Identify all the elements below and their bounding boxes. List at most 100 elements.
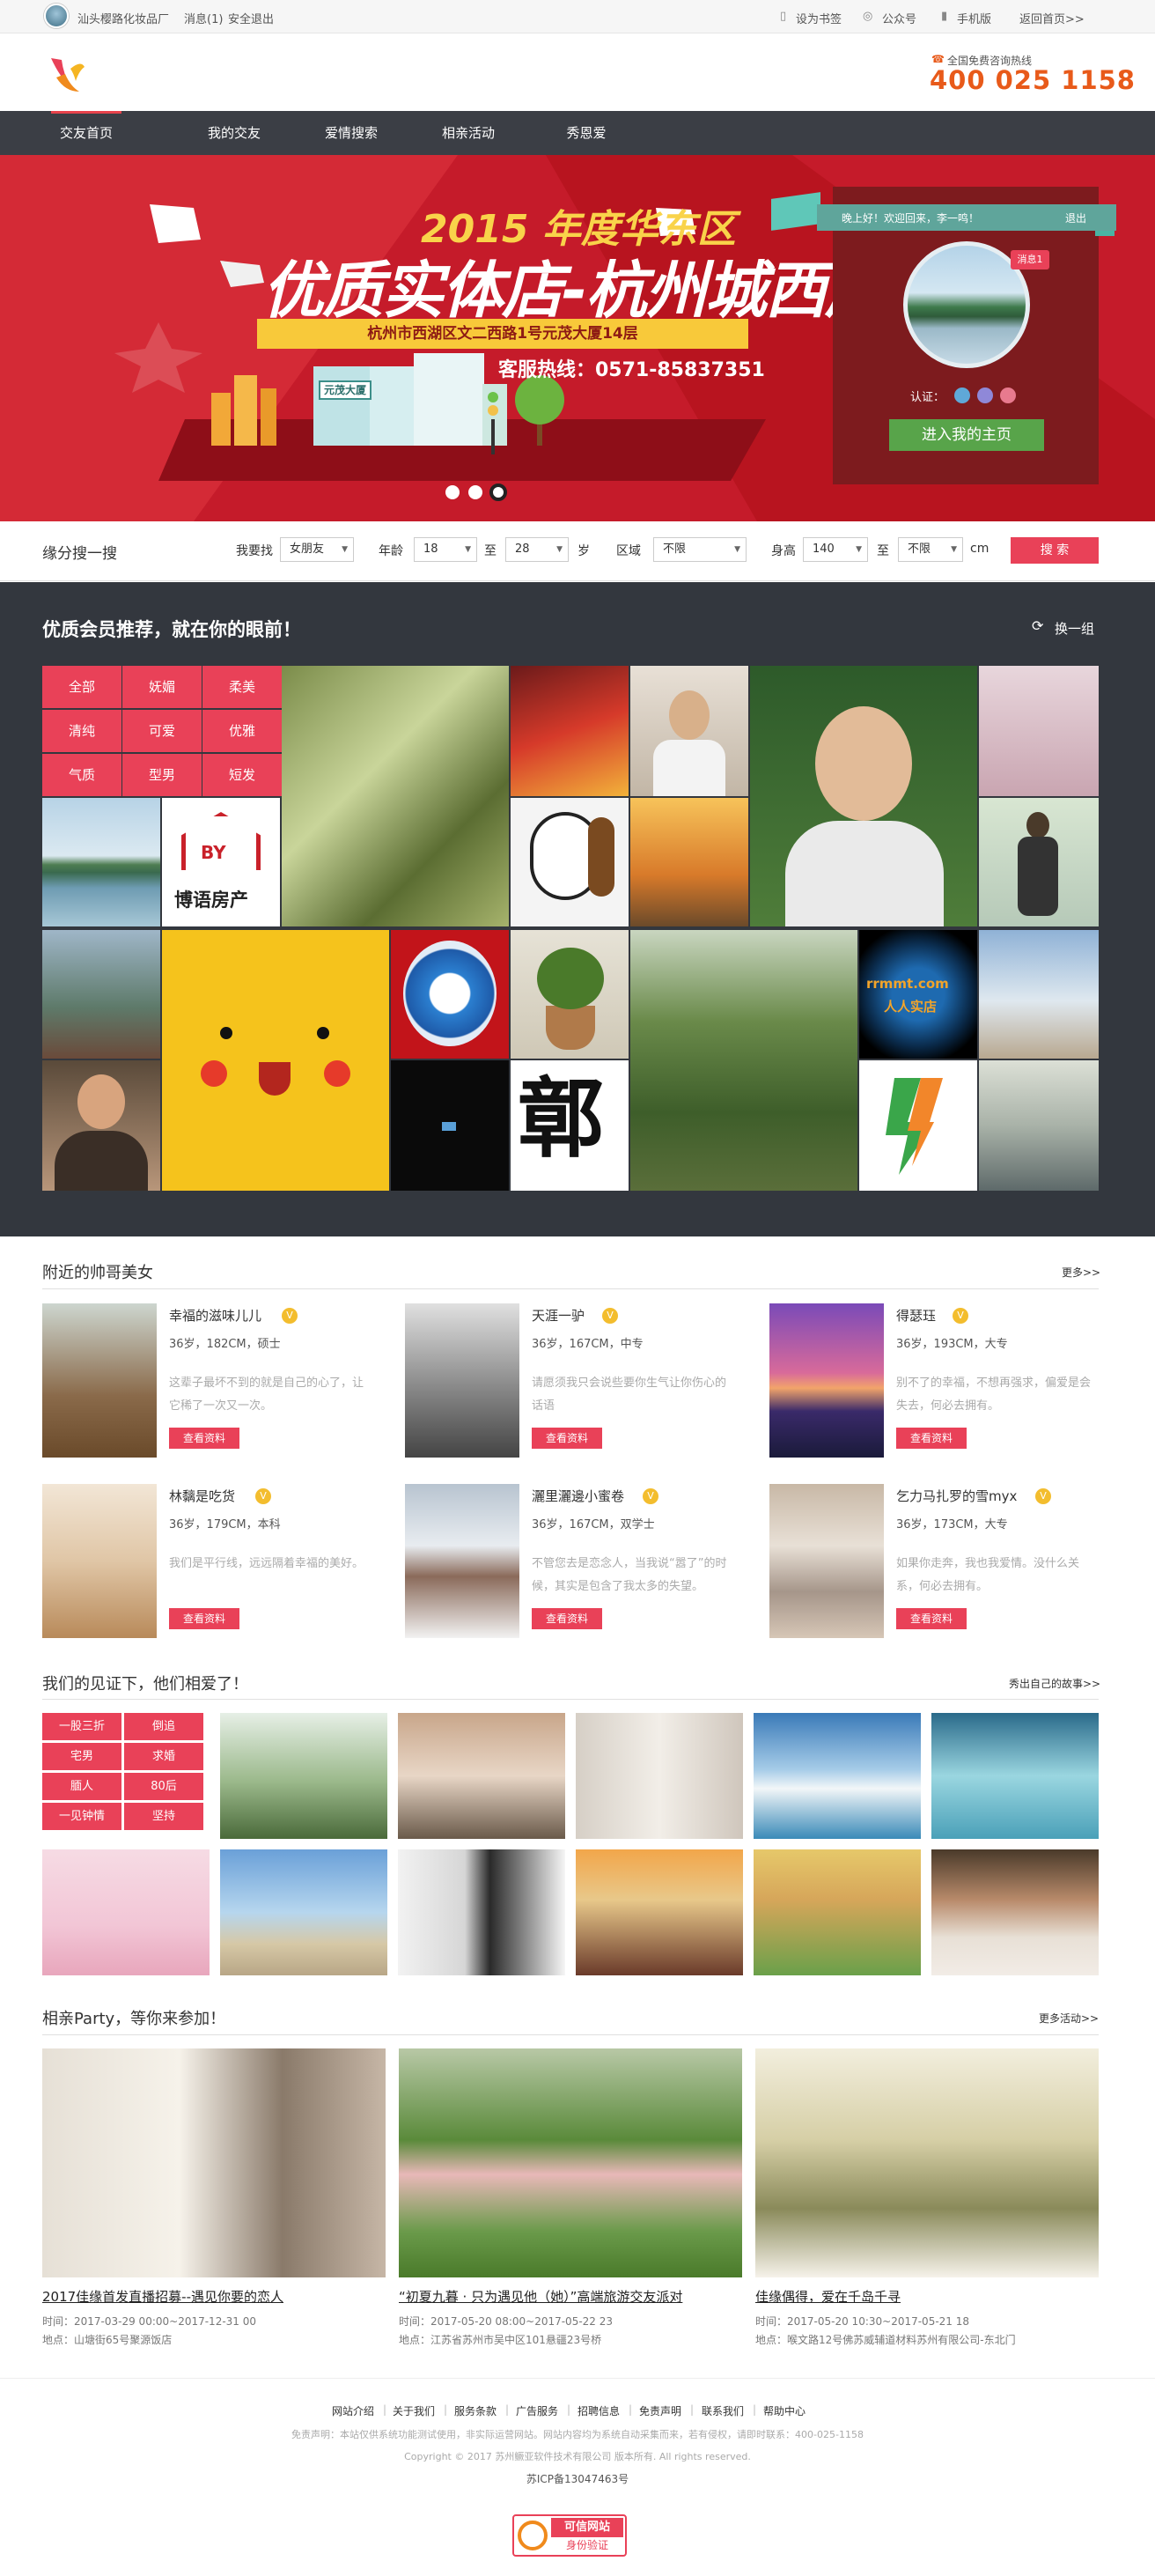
member-tile[interactable] <box>979 930 1099 1059</box>
footer-link[interactable]: 免责声明 <box>639 2403 681 2418</box>
person-name[interactable]: 乞力马扎罗的雪myx <box>896 1487 1017 1505</box>
nav-my-friends[interactable]: 我的交友 <box>199 111 269 155</box>
tag-stylish-man[interactable]: 型男 <box>122 754 202 796</box>
message-badge[interactable]: 消息1 <box>1011 250 1049 269</box>
person-photo[interactable] <box>405 1303 519 1458</box>
story-tag[interactable]: 坚持 <box>124 1803 203 1830</box>
footer-link[interactable]: 关于我们 <box>393 2403 435 2418</box>
couple-photo[interactable] <box>931 1849 1099 1975</box>
footer-link[interactable]: 广告服务 <box>516 2403 558 2418</box>
bookmark-link[interactable]: 设为书签 <box>796 10 842 26</box>
event-title[interactable]: “初夏九暮 · 只为遇见他（她）”高端旅游交友派对 <box>399 2287 682 2306</box>
member-tile[interactable] <box>630 666 748 796</box>
member-tile[interactable] <box>42 930 160 1059</box>
event-photo[interactable] <box>42 2048 386 2277</box>
member-tile-logo[interactable]: BY 博语房产 <box>162 798 280 926</box>
member-tile[interactable] <box>511 798 629 926</box>
person-photo[interactable] <box>42 1303 157 1458</box>
person-photo[interactable] <box>405 1484 519 1638</box>
nav-home[interactable]: 交友首页 <box>51 111 121 155</box>
nearby-more-link[interactable]: 更多>> <box>1062 1265 1100 1280</box>
member-tile[interactable] <box>979 666 1099 796</box>
story-tag[interactable]: 80后 <box>124 1773 203 1800</box>
story-tag[interactable]: 一股三折 <box>42 1713 121 1740</box>
refresh-link[interactable]: 换一组 <box>1055 619 1094 638</box>
carousel-dot-3-active[interactable] <box>489 483 507 501</box>
tag-pure[interactable]: 清纯 <box>42 710 121 752</box>
official-account-link[interactable]: 公众号 <box>882 10 916 26</box>
member-tile[interactable] <box>282 666 509 926</box>
event-photo[interactable] <box>755 2048 1099 2277</box>
age-from-select[interactable]: 18 ▼ <box>414 537 477 562</box>
carousel-dot-1[interactable] <box>445 485 460 499</box>
member-tile[interactable]: rrmmt.com 人人实店 <box>859 930 977 1059</box>
member-tile[interactable] <box>859 1060 977 1191</box>
footer-link[interactable]: 联系我们 <box>702 2403 744 2418</box>
home-link[interactable]: 返回首页>> <box>1019 10 1085 26</box>
nav-show-love[interactable]: 秀恩爱 <box>551 111 622 155</box>
footer-link[interactable]: 帮助中心 <box>763 2403 806 2418</box>
member-tile[interactable] <box>511 666 629 796</box>
find-select[interactable]: 女朋友 ▼ <box>280 537 354 562</box>
couple-photo[interactable] <box>220 1713 387 1839</box>
tag-short-hair[interactable]: 短发 <box>202 754 282 796</box>
view-profile-button[interactable]: 查看资料 <box>896 1608 967 1629</box>
person-photo[interactable] <box>42 1484 157 1638</box>
area-select[interactable]: 不限 ▼ <box>653 537 747 562</box>
couple-photo[interactable] <box>931 1713 1099 1839</box>
nav-love-search[interactable]: 爱情搜索 <box>316 111 386 155</box>
footer-link[interactable]: 网站介绍 <box>332 2403 374 2418</box>
member-tile[interactable] <box>979 798 1099 926</box>
member-tile[interactable]: 鄣 <box>511 1060 629 1191</box>
couple-photo[interactable] <box>42 1849 210 1975</box>
carousel-dot-2[interactable] <box>468 485 482 499</box>
logout-link[interactable]: 安全退出 <box>228 10 274 26</box>
member-tile[interactable] <box>42 798 160 926</box>
person-name[interactable]: 灑里灑邊小蜜卷 <box>532 1487 624 1505</box>
member-tile[interactable] <box>511 930 629 1059</box>
story-tag[interactable]: 求婚 <box>124 1743 203 1770</box>
tag-temperament[interactable]: 气质 <box>42 754 121 796</box>
member-tile[interactable] <box>630 798 748 926</box>
member-tile[interactable] <box>750 666 977 926</box>
member-tile[interactable] <box>162 930 389 1191</box>
mobile-link[interactable]: 手机版 <box>957 10 991 26</box>
couple-photo[interactable] <box>576 1849 743 1975</box>
couple-photo[interactable] <box>398 1713 565 1839</box>
logo[interactable] <box>44 51 88 97</box>
trusted-site-badge[interactable]: 可信网站 身份验证 <box>512 2514 627 2557</box>
tag-all[interactable]: 全部 <box>42 666 121 708</box>
couple-photo[interactable] <box>576 1713 743 1839</box>
event-photo[interactable] <box>399 2048 742 2277</box>
stories-more-link[interactable]: 秀出自己的故事>> <box>1009 1676 1100 1691</box>
nav-events[interactable]: 相亲活动 <box>433 111 504 155</box>
person-name[interactable]: 得瑟珏 <box>896 1306 936 1325</box>
footer-link[interactable]: 服务条款 <box>454 2403 497 2418</box>
member-tile[interactable] <box>979 1060 1099 1191</box>
person-name[interactable]: 天涯一驴 <box>532 1306 585 1325</box>
member-tile[interactable] <box>42 1060 160 1191</box>
enter-homepage-button[interactable]: 进入我的主页 <box>889 419 1044 451</box>
couple-photo[interactable] <box>754 1849 921 1975</box>
story-tag[interactable]: 倒追 <box>124 1713 203 1740</box>
couple-photo[interactable] <box>220 1849 387 1975</box>
age-to-select[interactable]: 28 ▼ <box>505 537 569 562</box>
view-profile-button[interactable]: 查看资料 <box>896 1428 967 1449</box>
view-profile-button[interactable]: 查看资料 <box>532 1608 602 1629</box>
welcome-logout[interactable]: 退出 <box>1065 210 1086 225</box>
tag-elegant[interactable]: 优雅 <box>202 710 282 752</box>
view-profile-button[interactable]: 查看资料 <box>532 1428 602 1449</box>
refresh-icon[interactable]: ⟳ <box>1032 617 1043 634</box>
story-tag[interactable]: 宅男 <box>42 1743 121 1770</box>
person-photo[interactable] <box>769 1303 884 1458</box>
person-name[interactable]: 幸福的滋味儿儿 <box>169 1306 261 1325</box>
couple-photo[interactable] <box>754 1713 921 1839</box>
messages-link[interactable]: 消息(1) <box>184 10 223 26</box>
height-from-select[interactable]: 140 ▼ <box>803 537 868 562</box>
tag-charming[interactable]: 妩媚 <box>122 666 202 708</box>
couple-photo[interactable] <box>398 1849 565 1975</box>
view-profile-button[interactable]: 查看资料 <box>169 1428 239 1449</box>
member-tile[interactable] <box>391 1060 509 1191</box>
person-photo[interactable] <box>769 1484 884 1638</box>
member-tile[interactable] <box>630 930 857 1191</box>
